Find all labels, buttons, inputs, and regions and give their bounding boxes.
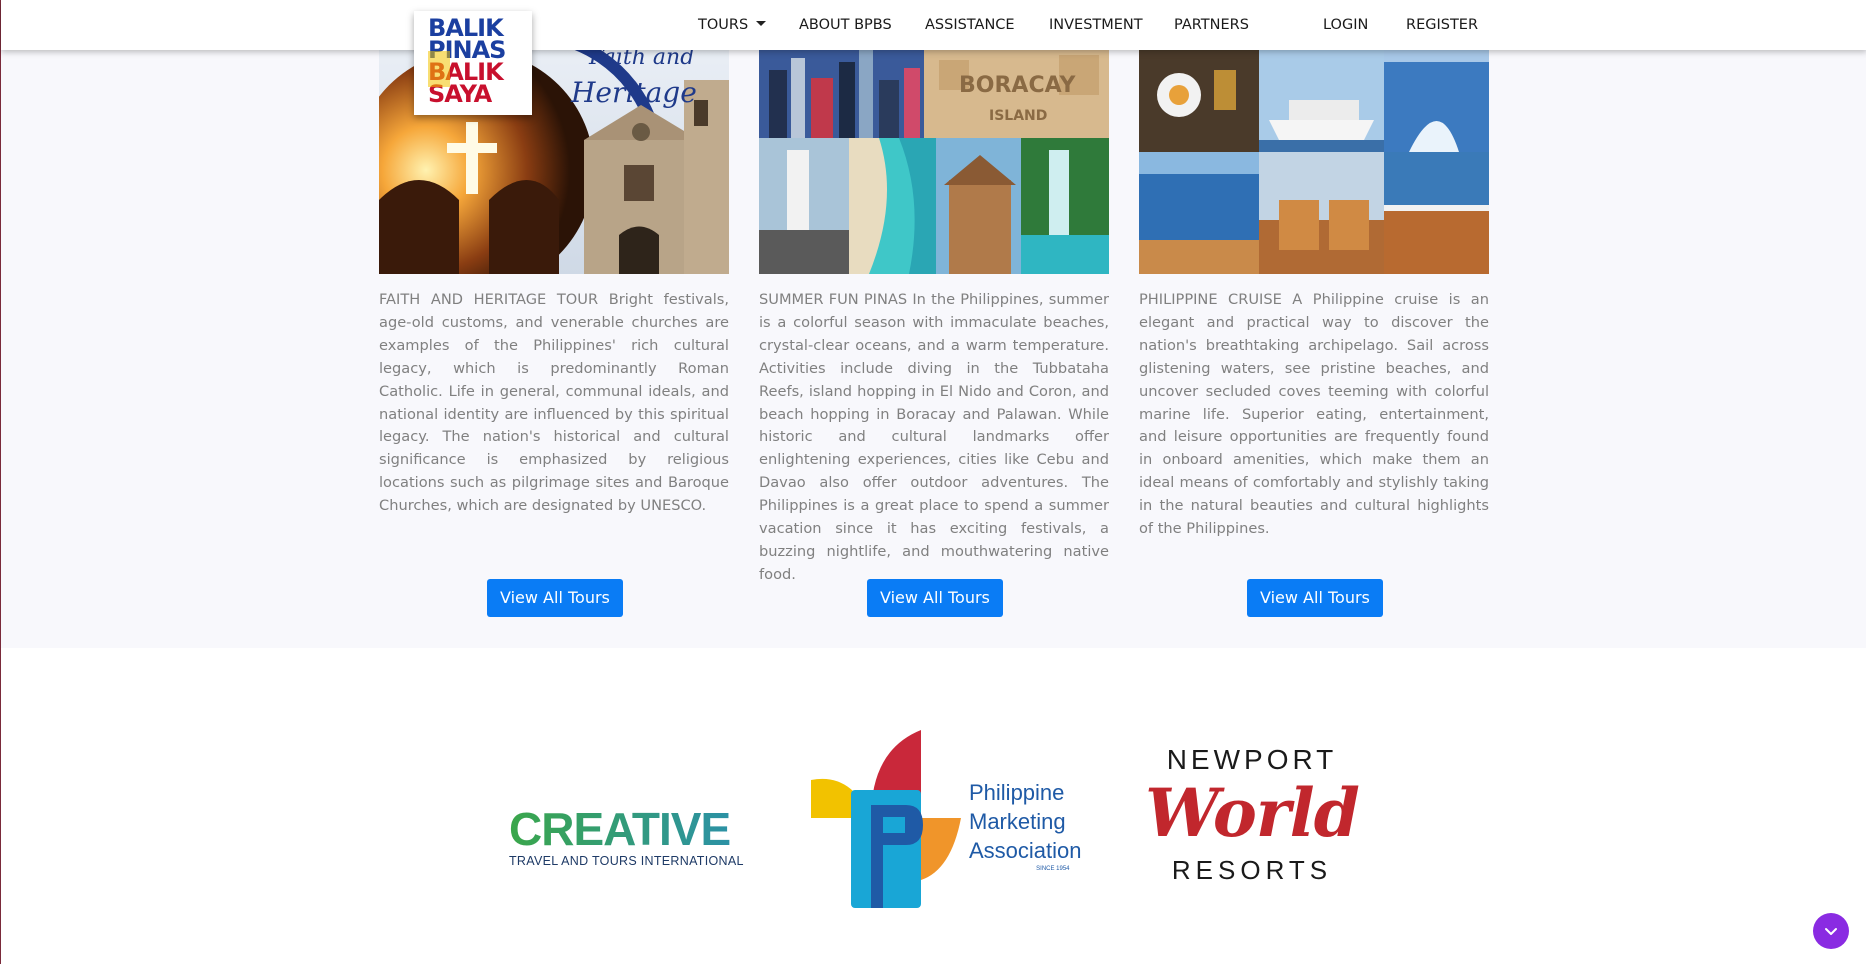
nav-login[interactable]: LOGIN (1323, 17, 1368, 33)
logo-sun-accent (428, 51, 450, 87)
newport-world-resorts-logo: NEWPORT World RESORTS (1139, 744, 1365, 908)
svg-text:Faith and: Faith and (588, 50, 694, 70)
faith-heritage-description: FAITH AND HERITAGE TOUR Bright festivals… (379, 291, 729, 515)
creative-name: CREATIVE (509, 806, 755, 852)
cruise-view-all-button[interactable]: View All Tours (1247, 579, 1383, 617)
summer-fun-view-all-button[interactable]: View All Tours (867, 579, 1003, 617)
chevron-down-icon (1825, 928, 1837, 935)
cruise-description: PHILIPPINE CRUISE A Philippine cruise is… (1139, 291, 1489, 538)
scroll-down-button[interactable] (1813, 913, 1849, 949)
nav-partners[interactable]: PARTNERS (1174, 17, 1249, 33)
nav-tours[interactable]: TOURS (698, 17, 767, 33)
navbar: TOURS ABOUT BPBS ASSISTANCE INVESTMENT P… (1, 0, 1866, 50)
caret-down-icon (756, 21, 767, 26)
pma-line-3: Association (969, 838, 1082, 863)
pma-since: SINCE 1954 (1036, 866, 1070, 872)
faith-heritage-view-all-button[interactable]: View All Tours (487, 579, 623, 617)
summer-fun-description: SUMMER FUN PINAS In the Philippines, sum… (759, 291, 1109, 583)
balik-pinas-logo[interactable]: BALIK PINAS BALIK SAYA (414, 11, 532, 115)
pma-logo: Philippine Marketing Association SINCE 1… (811, 730, 1082, 908)
nav-assistance[interactable]: ASSISTANCE (925, 17, 1015, 33)
svg-text:ISLAND: ISLAND (989, 108, 1047, 124)
creative-travel-logo: CREATIVE TRAVEL AND TOURS INTERNATIONAL (509, 806, 755, 868)
newport-bottom: RESORTS (1171, 855, 1333, 885)
pma-line-1: Philippine (969, 780, 1065, 805)
nav-register[interactable]: REGISTER (1406, 17, 1478, 33)
pma-emblem-icon (811, 730, 961, 908)
nav-tours-label: TOURS (698, 17, 749, 33)
svg-text:Heritage: Heritage (570, 76, 697, 109)
creative-tagline: TRAVEL AND TOURS INTERNATIONAL (509, 854, 744, 868)
newport-middle: World (1145, 774, 1360, 852)
cruise-image (1139, 50, 1489, 274)
summer-fun-image: BORACAY ISLAND (759, 50, 1109, 274)
nav-about-bpbs[interactable]: ABOUT BPBS (799, 17, 892, 33)
pma-line-2: Marketing (969, 809, 1066, 834)
newport-top: NEWPORT (1166, 744, 1338, 775)
nav-investment[interactable]: INVESTMENT (1049, 17, 1143, 33)
svg-text:BORACAY: BORACAY (959, 73, 1077, 98)
